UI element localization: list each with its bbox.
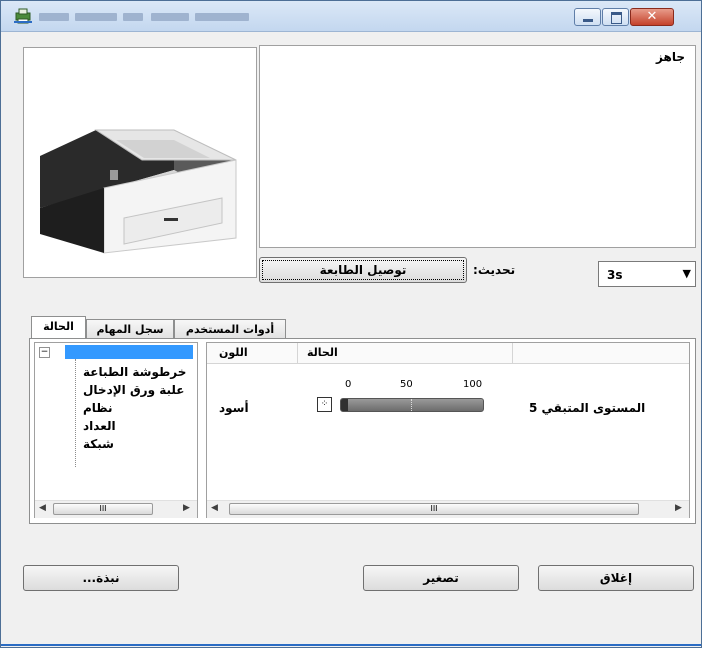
collapse-icon: − (39, 347, 50, 358)
minimize-icon (583, 19, 593, 22)
column-header-color[interactable]: اللون (219, 346, 248, 359)
tree-item-network[interactable]: شبكة (83, 437, 114, 451)
scale-tick-100: 100 (463, 379, 483, 390)
minimize-window-button[interactable] (574, 8, 601, 26)
refresh-label: :تحديث (473, 263, 516, 277)
window-bottom-edge (1, 644, 701, 646)
toner-color-value: أسود (219, 401, 249, 415)
maximize-icon (611, 12, 622, 24)
refresh-interval-value: 3s (607, 268, 623, 282)
scroll-thumb-grip: III (430, 504, 438, 513)
tree-item-toner[interactable]: خرطوشة الطباعة (83, 365, 186, 379)
refresh-interval-select[interactable]: 3s ▼ (598, 261, 696, 287)
about-button[interactable]: ...نبذة (23, 565, 179, 591)
scroll-right-icon[interactable]: ▶ (183, 503, 190, 513)
tree-root-selected[interactable] (65, 345, 193, 359)
window-title-redacted (195, 13, 249, 21)
toner-level-fill (341, 399, 349, 411)
scale-tick-50: 50 (400, 379, 413, 390)
list-horizontal-scrollbar[interactable]: ◀ III ▶ (207, 500, 689, 518)
tab-content: − خرطوشة الطباعة علبة ورق الإدخال نظام ا… (29, 338, 696, 524)
status-tree[interactable]: − خرطوشة الطباعة علبة ورق الإدخال نظام ا… (34, 342, 198, 518)
column-separator[interactable] (512, 343, 513, 363)
column-header-status[interactable]: الحالة (307, 346, 338, 359)
tab-job-log-label: سجل المهام (96, 323, 164, 336)
title-bar[interactable]: ✕ (1, 1, 701, 32)
list-row[interactable]: أسود ⁘ 0 50 100 المستوى المتبقي 5 (207, 367, 689, 427)
tab-user-tools[interactable]: أدوات المستخدم (174, 319, 286, 339)
toner-icon: ⁘ (317, 397, 332, 412)
tree-lines (75, 359, 77, 467)
tree-item-system[interactable]: نظام (83, 401, 113, 415)
close-icon: ✕ (646, 9, 658, 24)
tab-job-log[interactable]: سجل المهام (86, 319, 174, 339)
scroll-thumb-grip: III (99, 504, 107, 513)
scroll-left-icon[interactable]: ◀ (39, 503, 46, 513)
connect-printer-button[interactable]: توصيل الطابعة (259, 257, 467, 283)
tab-status-label: الحالة (43, 320, 74, 333)
printer-image (40, 129, 237, 254)
printer-image-panel (23, 47, 257, 278)
scale-tick-0: 0 (345, 379, 352, 390)
column-separator[interactable] (297, 343, 298, 363)
tab-status[interactable]: الحالة (31, 316, 86, 339)
scroll-left-icon[interactable]: ◀ (211, 503, 218, 513)
scroll-thumb[interactable]: III (229, 503, 639, 515)
chevron-down-icon: ▼ (682, 267, 691, 280)
maximize-window-button[interactable] (602, 8, 629, 26)
tree-horizontal-scrollbar[interactable]: ◀ III ▶ (35, 500, 197, 518)
list-header: اللون الحالة (207, 343, 689, 364)
window-title-redacted (151, 13, 189, 21)
tree-item-paper-tray[interactable]: علبة ورق الإدخال (83, 383, 185, 397)
toner-level-midline (411, 399, 413, 411)
printer-app-icon (14, 8, 32, 24)
tab-user-tools-label: أدوات المستخدم (185, 323, 275, 336)
printer-status-window: ✕ جاهز توصيل الطابعة :تحديث 3s ▼ الحالة … (0, 0, 702, 648)
toner-level-label: المستوى المتبقي 5 (529, 401, 646, 415)
status-list-view[interactable]: اللون الحالة أسود ⁘ 0 50 100 المستوى الم… (206, 342, 690, 518)
scroll-right-icon[interactable]: ▶ (675, 503, 682, 513)
window-title-redacted (123, 13, 143, 21)
window-title-redacted (75, 13, 117, 21)
minimize-button[interactable]: تصغير (363, 565, 519, 591)
scroll-thumb[interactable]: III (53, 503, 153, 515)
status-message-panel: جاهز (259, 45, 696, 248)
status-message: جاهز (656, 50, 685, 64)
close-window-button[interactable]: ✕ (630, 8, 674, 26)
toner-level-bar (340, 398, 484, 412)
close-button[interactable]: إغلاق (538, 565, 694, 591)
window-title-redacted (39, 13, 69, 21)
tree-item-counter[interactable]: العداد (83, 419, 116, 433)
